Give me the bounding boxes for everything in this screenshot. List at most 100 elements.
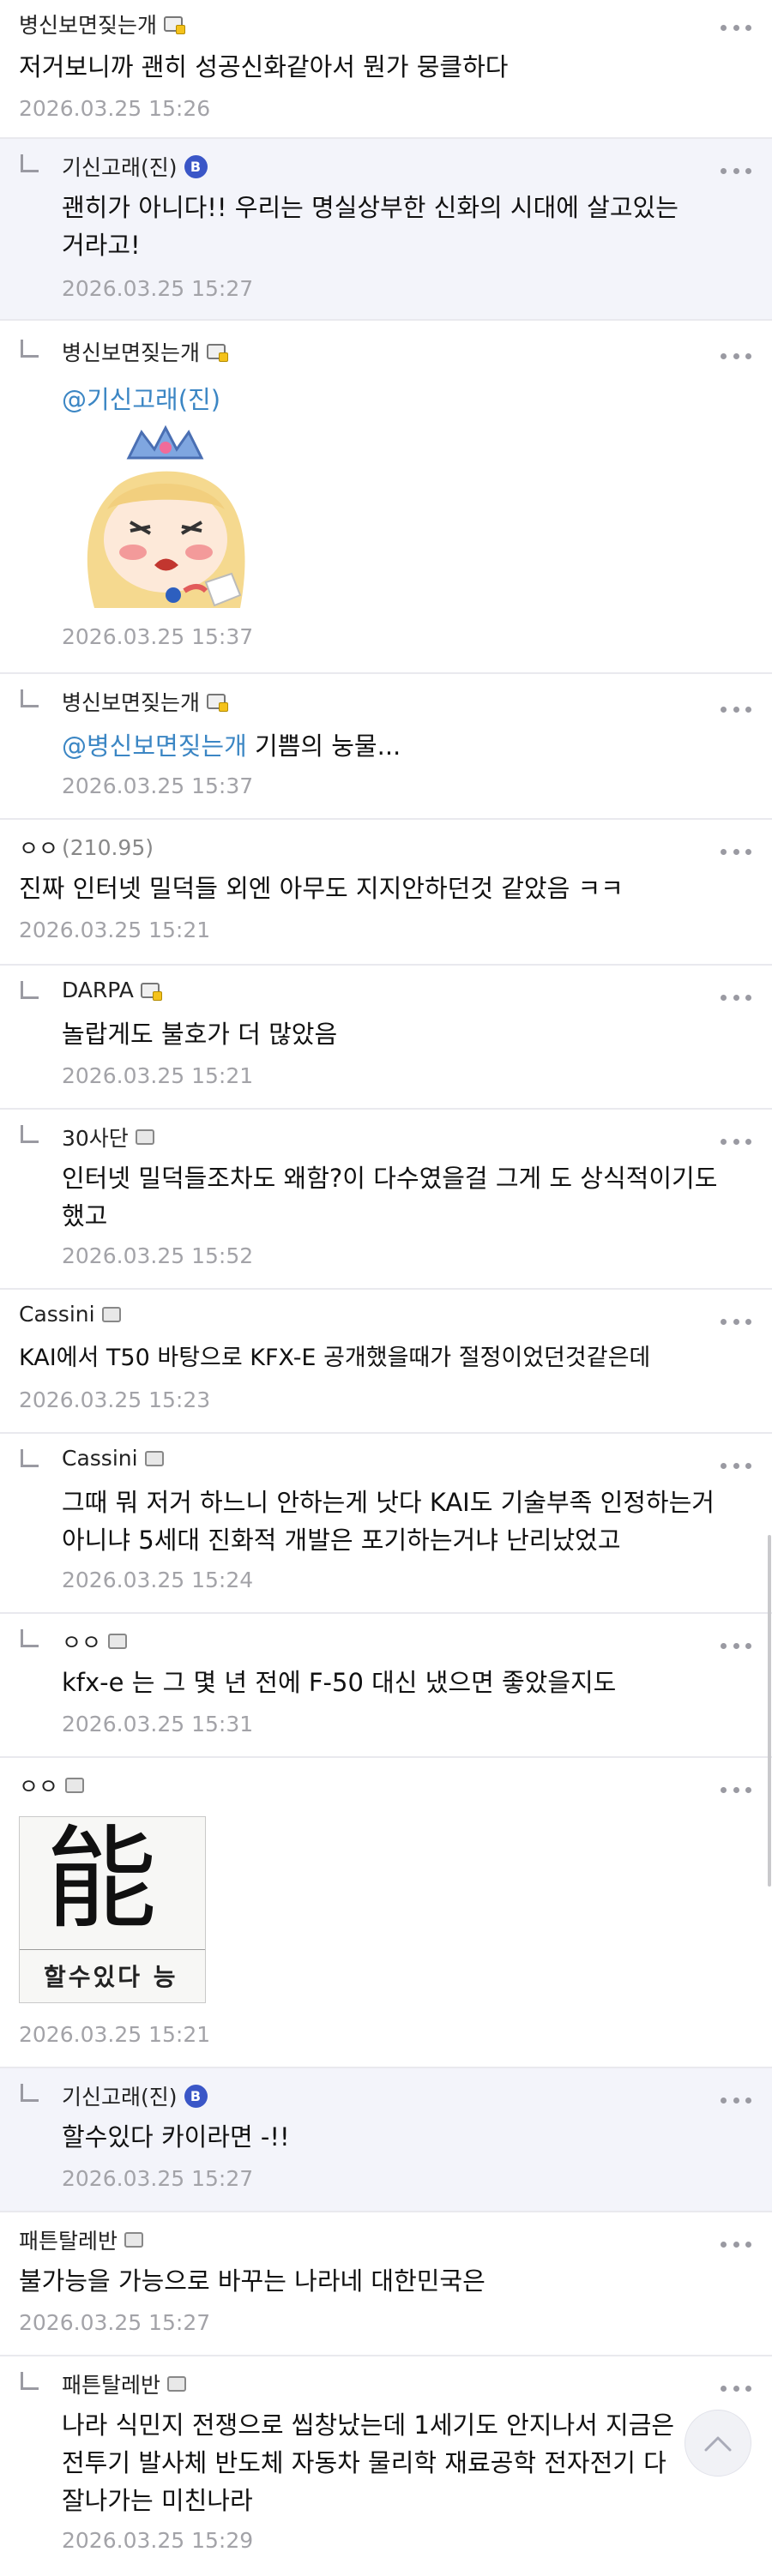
comment-text: @병신보면짖는개 기쁨의 눙물... <box>62 727 765 765</box>
comment-text: KAI에서 T50 바탕으로 KFX-E 공개했을때가 절정이었던것같은데 <box>19 1345 651 1371</box>
comment-date: 2026.03.25 15:21 <box>19 918 211 942</box>
author-name[interactable]: 30사단 <box>62 1122 129 1153</box>
reply-arrow-icon <box>21 154 39 172</box>
comment-author[interactable]: ㅇㅇ (210.95) <box>19 832 154 863</box>
more-options-button[interactable] <box>721 1137 751 1146</box>
more-options-button[interactable] <box>721 1641 751 1650</box>
author-name[interactable]: 기신고래(진) <box>62 2080 178 2111</box>
author-name[interactable]: Cassini <box>62 1446 138 1471</box>
author-name[interactable]: 병신보면짖는개 <box>19 9 157 39</box>
more-options-button[interactable] <box>721 166 751 175</box>
reply-arrow-icon <box>21 689 39 707</box>
author-name[interactable]: DARPA <box>62 978 134 1002</box>
reply-arrow-icon <box>21 340 39 358</box>
comment-date: 2026.03.25 15:37 <box>62 624 254 649</box>
more-options-button[interactable] <box>721 23 751 32</box>
author-name[interactable]: 기신고래(진) <box>62 151 178 182</box>
comment-author[interactable]: 병신보면짖는개 <box>62 686 229 717</box>
comment-text: 할수있다 카이라면 -!! <box>62 2122 290 2152</box>
comment-author[interactable]: ㅇㅇ <box>62 1626 128 1657</box>
more-options-button[interactable] <box>721 847 751 856</box>
more-options-button[interactable] <box>721 2384 751 2392</box>
attached-image[interactable]: 能 할수있다 능 <box>19 1816 206 2003</box>
half-fixed-nick-icon <box>124 2232 144 2248</box>
comment-date: 2026.03.25 15:37 <box>62 773 254 798</box>
reply-arrow-icon <box>21 1449 39 1467</box>
reply-comment: 병신보면짖는개 @병신보면짖는개 기쁨의 눙물... 2026.03.25 15… <box>0 674 772 820</box>
author-ip: (210.95) <box>62 834 154 860</box>
author-name[interactable]: 패튼탈레반 <box>62 2368 160 2399</box>
comment-date: 2026.03.25 15:26 <box>19 96 211 121</box>
comment-author[interactable]: 30사단 <box>62 1122 154 1153</box>
mention-link[interactable]: @병신보면짖는개 <box>62 731 247 761</box>
b-badge-icon: B <box>184 2084 208 2108</box>
author-name[interactable]: 병신보면짖는개 <box>62 336 200 367</box>
comment-text: 인터넷 밀덕들조차도 왜함?이 다수였을걸 그게 도 상식적이기도 했고 <box>62 1164 718 1231</box>
dccon-sticker-image <box>87 424 245 608</box>
comment-author[interactable]: 기신고래(진) B <box>62 151 208 182</box>
author-name[interactable]: Cassini <box>19 1302 95 1327</box>
chevron-up-icon <box>704 2436 732 2452</box>
author-name[interactable]: 병신보면짖는개 <box>62 686 200 717</box>
comment-text: 나라 식민지 전쟁으로 씹창났는데 1세기도 안지나서 지금은 전투기 발사체 … <box>62 2410 675 2515</box>
reply-comment: ㅇㅇ kfx-e 는 그 몇 년 전에 F-50 대신 냈으면 좋았을지도 20… <box>0 1614 772 1758</box>
half-fixed-nick-icon <box>65 1778 85 1793</box>
comment-author[interactable]: Cassini <box>19 1302 121 1327</box>
comment-text: 그때 뭐 저거 하느니 안하는게 낫다 KAI도 기술부족 인정하는거 아니냐 … <box>62 1488 715 1555</box>
comment-author[interactable]: 병신보면짖는개 <box>62 336 229 367</box>
fixed-nick-icon <box>164 16 186 34</box>
comment-author[interactable]: Cassini <box>62 1446 164 1471</box>
author-name[interactable]: ㅇㅇ <box>62 1626 101 1657</box>
fixed-nick-icon <box>140 982 162 1001</box>
more-options-button[interactable] <box>721 993 751 1002</box>
more-options-button[interactable] <box>721 2096 751 2104</box>
reply-comment: 30사단 인터넷 밀덕들조차도 왜함?이 다수였을걸 그게 도 상식적이기도 했… <box>0 1110 772 1290</box>
half-fixed-nick-icon <box>108 1634 128 1649</box>
reply-arrow-icon <box>21 2084 39 2102</box>
more-options-button[interactable] <box>721 1317 751 1326</box>
scrollbar-thumb[interactable] <box>768 1535 771 1887</box>
comment-author[interactable]: 병신보면짖는개 <box>19 9 186 39</box>
comment-date: 2026.03.25 15:23 <box>19 1387 211 1412</box>
comment-date: 2026.03.25 15:31 <box>62 1712 254 1736</box>
more-options-button[interactable] <box>721 1785 751 1794</box>
comment: ㅇㅇ 能 할수있다 능 2026.03.25 15:21 <box>0 1758 772 2068</box>
more-options-button[interactable] <box>721 352 751 360</box>
reply-comment: 기신고래(진) B 괜히가 아니다!! 우리는 명실상부한 신화의 시대에 살고… <box>0 139 772 321</box>
reply-comment: 기신고래(진) B 할수있다 카이라면 -!! 2026.03.25 15:27 <box>0 2068 772 2212</box>
comment-author[interactable]: ㅇㅇ <box>19 1770 85 1801</box>
half-fixed-nick-icon <box>101 1306 121 1322</box>
half-fixed-nick-icon <box>167 2376 187 2392</box>
more-options-button[interactable] <box>721 2240 751 2248</box>
comment-date: 2026.03.25 15:52 <box>62 1243 254 1268</box>
author-name[interactable]: ㅇㅇ <box>19 832 58 863</box>
author-name[interactable]: 패튼탈레반 <box>19 2224 118 2255</box>
comment-date: 2026.03.25 15:21 <box>19 2022 211 2047</box>
reply-arrow-icon <box>21 1629 39 1647</box>
comment-author[interactable]: 기신고래(진) B <box>62 2080 208 2111</box>
comment-author[interactable]: DARPA <box>62 978 162 1002</box>
more-options-button[interactable] <box>721 705 751 713</box>
comment-text: 진짜 인터넷 밀덕들 외엔 아무도 지지안하던것 같았음 ㅋㅋ <box>19 874 624 903</box>
mention-link[interactable]: @기신고래(진) <box>62 381 765 418</box>
reply-arrow-icon <box>21 1125 39 1143</box>
scrollbar[interactable] <box>767 0 772 2576</box>
comment-date: 2026.03.25 15:27 <box>19 2310 211 2335</box>
comment-date: 2026.03.25 15:27 <box>62 276 254 301</box>
more-options-button[interactable] <box>721 1461 751 1470</box>
image-caption: 할수있다 능 <box>44 1963 178 1991</box>
b-badge-icon: B <box>184 154 208 178</box>
comment-author[interactable]: 패튼탈레반 <box>62 2368 187 2399</box>
comment-date: 2026.03.25 15:24 <box>62 1568 254 1592</box>
author-name[interactable]: ㅇㅇ <box>19 1770 58 1801</box>
comment-date: 2026.03.25 15:21 <box>62 1063 254 1088</box>
reply-comment: 병신보면짖는개 @기신고래(진) 2026.03.25 15:37 <box>0 321 772 674</box>
reply-arrow-icon <box>21 2372 39 2390</box>
comment: 병신보면짖는개 저거보니까 괜히 성공신화같아서 뭔가 뭉클하다 2026.03… <box>0 0 772 139</box>
comment-author[interactable]: 패튼탈레반 <box>19 2224 144 2255</box>
fixed-nick-icon <box>207 344 229 362</box>
fixed-nick-icon <box>207 694 229 712</box>
scroll-to-top-button[interactable] <box>685 2410 751 2477</box>
comment: 패튼탈레반 불가능을 가능으로 바꾸는 나라네 대한민국은 2026.03.25… <box>0 2212 772 2356</box>
comment: Cassini KAI에서 T50 바탕으로 KFX-E 공개했을때가 절정이었… <box>0 1290 772 1434</box>
